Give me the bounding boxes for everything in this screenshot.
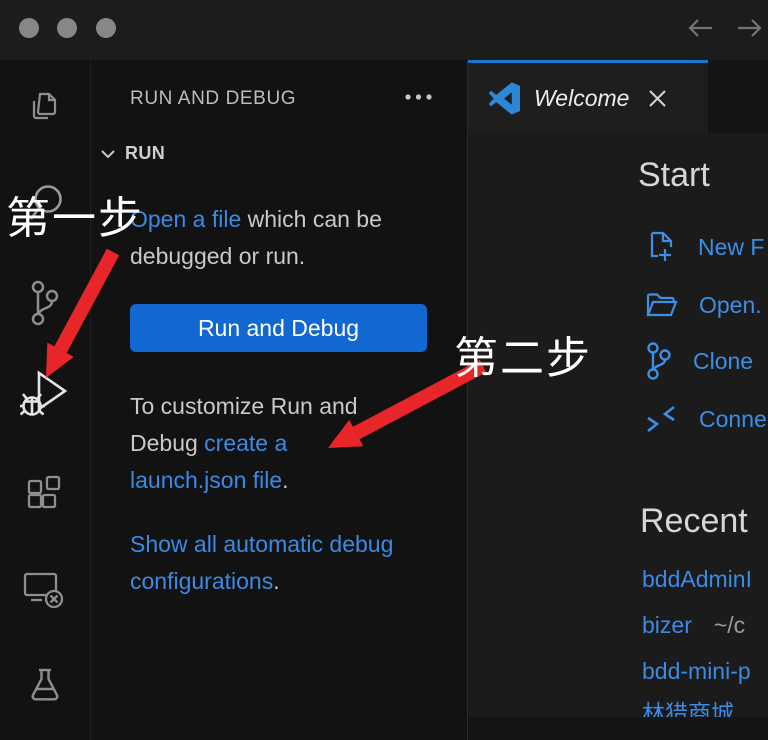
close-icon[interactable] xyxy=(647,88,668,109)
start-heading: Start xyxy=(638,156,710,195)
annotation-step1: 第一步 xyxy=(6,182,144,246)
recent-item[interactable]: bdd-mini-p xyxy=(642,658,768,685)
recent-item[interactable]: bddAdminI xyxy=(642,566,768,593)
start-item-clone[interactable]: Clone xyxy=(644,343,753,379)
customize-hint-period: . xyxy=(282,467,288,493)
start-item-label: Clone xyxy=(693,348,753,375)
explorer-icon[interactable] xyxy=(25,88,63,126)
editor-area: Welcome Start New F Open. xyxy=(467,60,768,740)
title-bar xyxy=(0,0,768,60)
show-configs-period: . xyxy=(273,568,279,594)
show-configs-hint: Show all automatic debug configurations. xyxy=(130,526,402,600)
annotation-step2: 第二步 xyxy=(454,322,592,386)
extensions-icon[interactable] xyxy=(25,475,63,513)
start-item-open[interactable]: Open. xyxy=(644,287,762,323)
recent-item-name[interactable]: bdd-mini-p xyxy=(642,658,751,685)
recent-item-path: ~/c xyxy=(714,612,745,639)
new-file-icon xyxy=(644,230,677,264)
forward-arrow-icon[interactable] xyxy=(734,15,764,41)
show-all-configs-link[interactable]: Show all automatic debug configurations xyxy=(130,531,393,594)
tab-bar: Welcome xyxy=(468,60,768,133)
traffic-light-minimize[interactable] xyxy=(57,18,77,38)
activity-bar xyxy=(0,60,91,740)
tab-welcome[interactable]: Welcome xyxy=(468,60,708,133)
back-arrow-icon[interactable] xyxy=(686,15,716,41)
traffic-light-zoom[interactable] xyxy=(96,18,116,38)
traffic-light-close[interactable] xyxy=(19,18,39,38)
source-control-icon[interactable] xyxy=(27,278,61,328)
open-file-hint: Open a file which can be debugged or run… xyxy=(130,201,402,275)
run-section-header[interactable]: RUN xyxy=(100,143,165,164)
testing-icon[interactable] xyxy=(26,666,64,706)
open-folder-icon xyxy=(644,289,678,321)
recent-item-name[interactable]: bizer xyxy=(642,612,692,639)
editor-bottom-strip xyxy=(468,717,768,740)
chevron-down-icon xyxy=(100,149,116,159)
customize-hint: To customize Run and Debug create a laun… xyxy=(130,388,402,499)
start-item-connect[interactable]: Conne xyxy=(644,401,767,437)
start-item-label: Open. xyxy=(699,292,762,319)
panel-title: RUN AND DEBUG xyxy=(130,88,296,110)
tab-title: Welcome xyxy=(534,85,629,112)
more-actions-icon[interactable] xyxy=(404,92,434,102)
run-and-debug-icon[interactable] xyxy=(20,366,70,420)
recent-heading: Recent xyxy=(640,502,748,541)
start-item-new-file[interactable]: New F xyxy=(644,229,764,265)
start-item-label: New F xyxy=(698,234,764,261)
start-item-label: Conne xyxy=(699,406,767,433)
remote-connect-icon xyxy=(644,404,678,434)
open-a-file-link[interactable]: Open a file xyxy=(130,206,241,232)
run-section-label: RUN xyxy=(125,143,165,164)
run-and-debug-panel: RUN AND DEBUG RUN Open a file which can … xyxy=(91,60,467,740)
clone-repo-icon xyxy=(644,341,672,381)
recent-item[interactable]: bizer ~/c xyxy=(642,612,745,639)
vscode-logo-icon xyxy=(488,82,521,115)
recent-item-name[interactable]: bddAdminI xyxy=(642,566,752,593)
run-and-debug-button[interactable]: Run and Debug xyxy=(130,304,427,352)
remote-explorer-icon[interactable] xyxy=(23,570,65,610)
